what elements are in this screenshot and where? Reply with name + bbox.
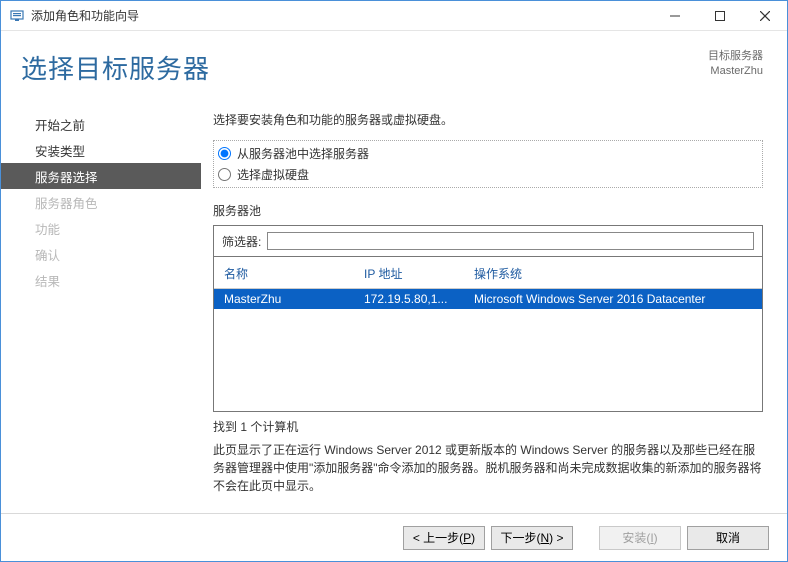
previous-button[interactable]: < 上一步(P) <box>403 526 485 550</box>
content: 开始之前安装类型服务器选择服务器角色功能确认结果 选择要安装角色和功能的服务器或… <box>1 97 787 513</box>
sidebar: 开始之前安装类型服务器选择服务器角色功能确认结果 <box>1 97 201 513</box>
app-icon <box>9 8 25 24</box>
maximize-button[interactable] <box>697 1 742 30</box>
cancel-button[interactable]: 取消 <box>687 526 769 550</box>
radio-vhd-input[interactable] <box>218 168 231 181</box>
next-button[interactable]: 下一步(N) > <box>491 526 573 550</box>
cell-name: MasterZhu <box>224 292 364 306</box>
description-text: 此页显示了正在运行 Windows Server 2012 或更新版本的 Win… <box>213 441 763 495</box>
radio-vhd-label: 选择虚拟硬盘 <box>237 166 309 183</box>
install-button: 安装(I) <box>599 526 681 550</box>
footer: < 上一步(P) 下一步(N) > 安装(I) 取消 <box>1 513 787 561</box>
filter-row: 筛选器: <box>213 225 763 257</box>
filter-label: 筛选器: <box>222 233 261 250</box>
radio-server-pool-label: 从服务器池中选择服务器 <box>237 145 369 162</box>
sidebar-item-1[interactable]: 安装类型 <box>1 137 201 163</box>
server-pool-label: 服务器池 <box>213 202 763 219</box>
minimize-button[interactable] <box>652 1 697 30</box>
table-body: MasterZhu172.19.5.80,1...Microsoft Windo… <box>214 289 762 411</box>
close-button[interactable] <box>742 1 787 30</box>
header: 选择目标服务器 目标服务器 MasterZhu <box>1 31 787 97</box>
radio-server-pool-input[interactable] <box>218 147 231 160</box>
sidebar-item-0[interactable]: 开始之前 <box>1 111 201 137</box>
table-header: 名称 IP 地址 操作系统 <box>214 257 762 289</box>
cell-os: Microsoft Windows Server 2016 Datacenter <box>474 292 752 306</box>
filter-input[interactable] <box>267 232 754 250</box>
selection-mode-group: 从服务器池中选择服务器 选择虚拟硬盘 <box>213 140 763 188</box>
target-value: MasterZhu <box>708 64 763 79</box>
main-panel: 选择要安装角色和功能的服务器或虚拟硬盘。 从服务器池中选择服务器 选择虚拟硬盘 … <box>201 97 787 513</box>
sidebar-item-5: 确认 <box>1 241 201 267</box>
radio-vhd[interactable]: 选择虚拟硬盘 <box>214 164 762 185</box>
col-header-name[interactable]: 名称 <box>224 265 364 282</box>
target-info: 目标服务器 MasterZhu <box>708 49 763 80</box>
server-table: 名称 IP 地址 操作系统 MasterZhu172.19.5.80,1...M… <box>213 257 763 412</box>
col-header-ip[interactable]: IP 地址 <box>364 265 474 282</box>
page-title: 选择目标服务器 <box>21 49 210 86</box>
sidebar-item-4: 功能 <box>1 215 201 241</box>
cell-ip: 172.19.5.80,1... <box>364 292 474 306</box>
target-label: 目标服务器 <box>708 49 763 64</box>
sidebar-item-3: 服务器角色 <box>1 189 201 215</box>
instruction-text: 选择要安装角色和功能的服务器或虚拟硬盘。 <box>213 111 763 128</box>
radio-server-pool[interactable]: 从服务器池中选择服务器 <box>214 143 762 164</box>
result-count: 找到 1 个计算机 <box>213 418 763 435</box>
window-title: 添加角色和功能向导 <box>31 7 652 24</box>
table-row[interactable]: MasterZhu172.19.5.80,1...Microsoft Windo… <box>214 289 762 309</box>
title-bar: 添加角色和功能向导 <box>1 1 787 31</box>
sidebar-item-6: 结果 <box>1 267 201 293</box>
sidebar-item-2[interactable]: 服务器选择 <box>1 163 201 189</box>
col-header-os[interactable]: 操作系统 <box>474 265 752 282</box>
